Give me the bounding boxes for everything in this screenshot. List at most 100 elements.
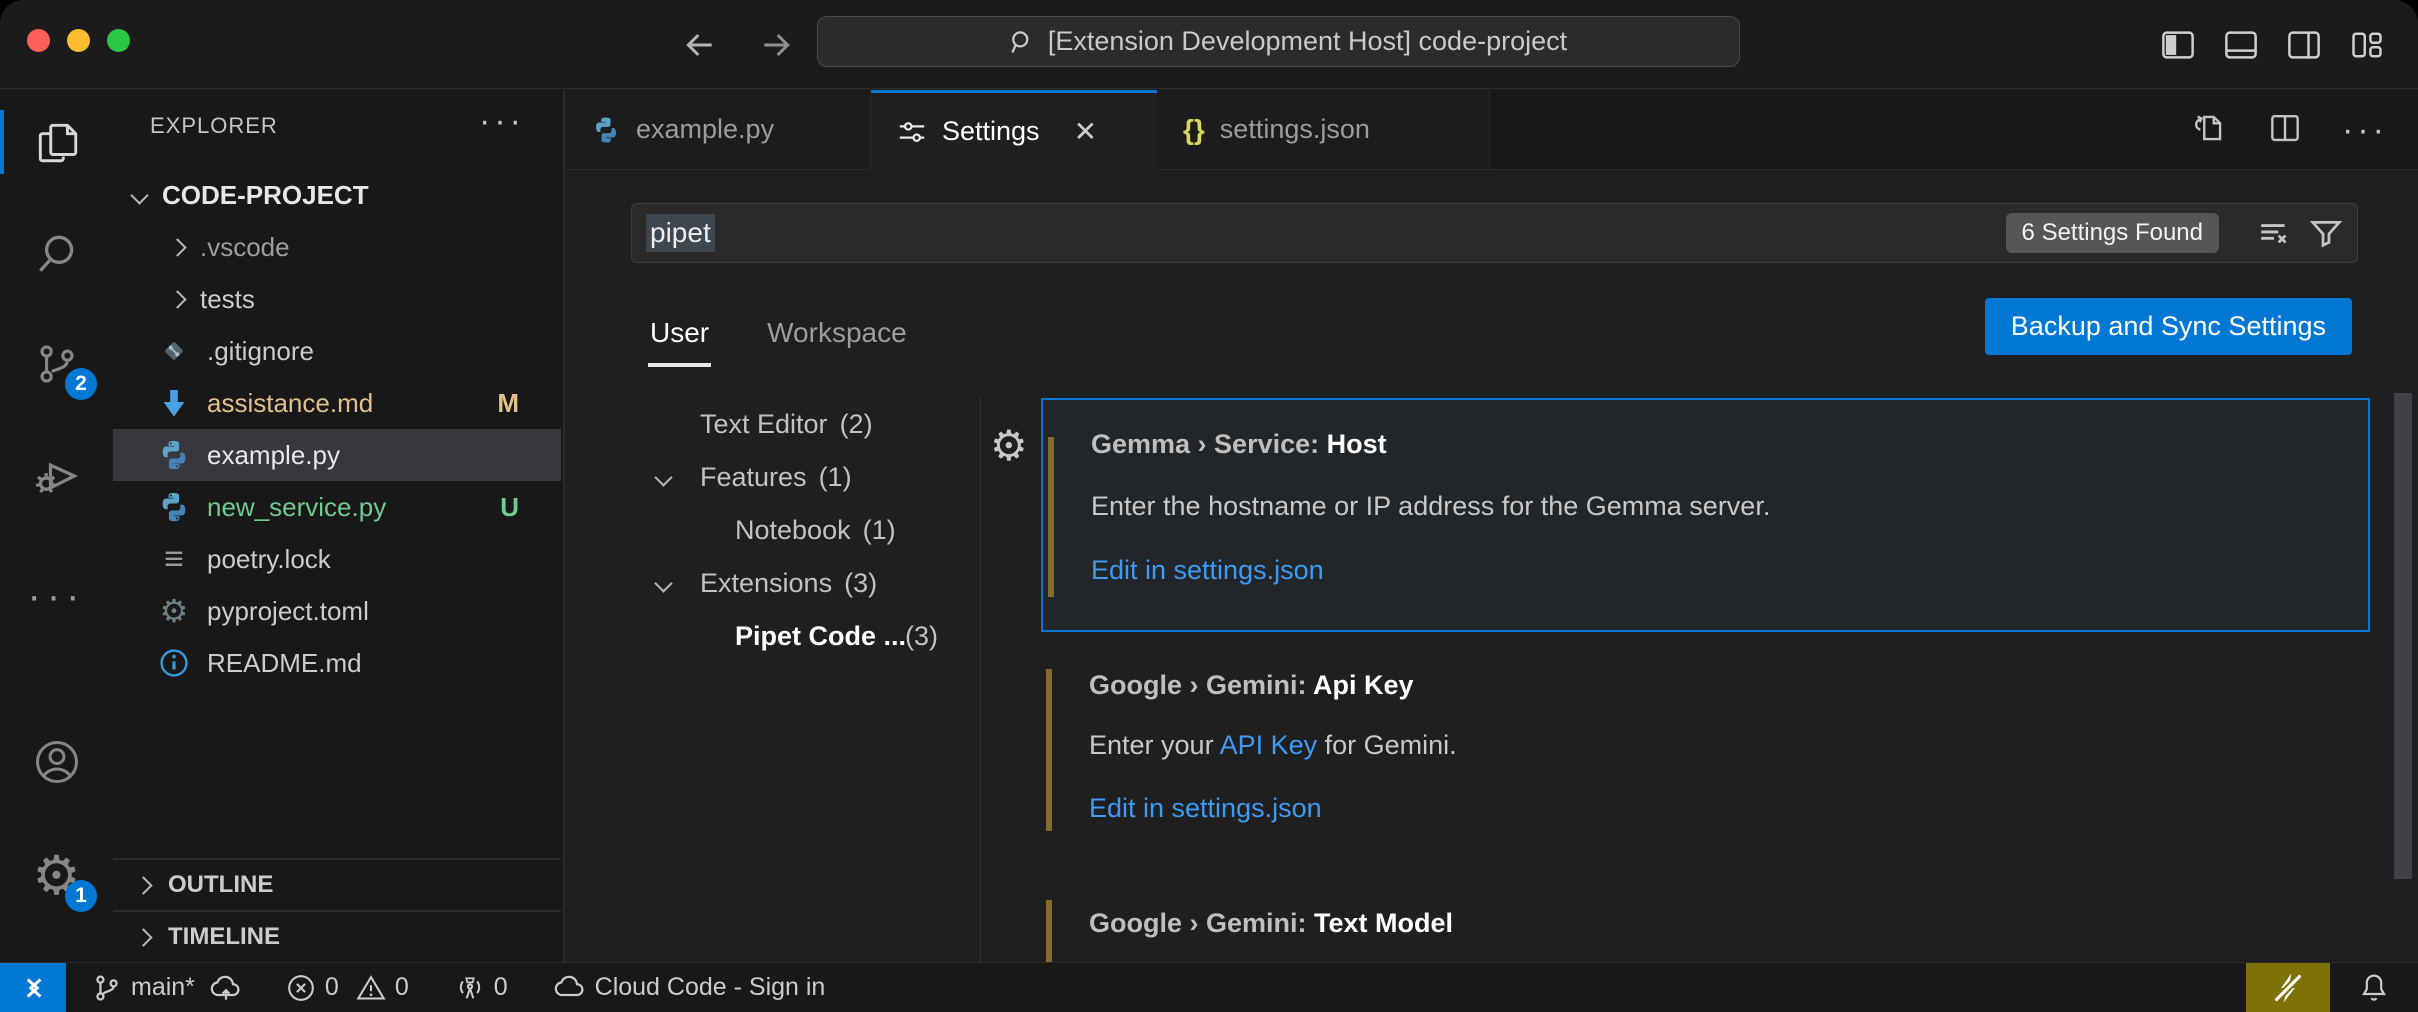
broadcast-status-item[interactable]: 0 <box>455 973 508 1003</box>
filter-settings-icon[interactable] <box>2309 216 2343 250</box>
settings-found-badge: 6 Settings Found <box>2006 213 2219 253</box>
editor-area: example.py Settings ✕ {} settings.json <box>565 90 2418 962</box>
setting-google-gemini-api-key[interactable]: Google › Gemini: Api Key Enter your API … <box>1041 645 2370 855</box>
chevron-right-icon <box>168 290 186 308</box>
search-view-icon[interactable] <box>0 216 113 292</box>
source-control-icon[interactable]: 2 <box>0 326 113 402</box>
tree-item-readme-md[interactable]: README.md <box>113 637 561 689</box>
json-braces-icon: {} <box>1183 114 1205 146</box>
close-tab-icon[interactable]: ✕ <box>1074 115 1097 148</box>
nav-forward-icon[interactable] <box>756 25 796 65</box>
tree-root-code-project[interactable]: CODE-PROJECT <box>113 169 561 221</box>
cloud-code-signin-item[interactable]: Cloud Code - Sign in <box>554 972 826 1004</box>
command-center[interactable]: [Extension Development Host] code-projec… <box>817 16 1740 67</box>
toc-extensions[interactable]: Extensions (3) <box>565 557 980 610</box>
tab-settings[interactable]: Settings ✕ <box>871 90 1157 170</box>
toggle-panel-icon[interactable] <box>2223 27 2259 63</box>
remote-indicator[interactable] <box>0 963 66 1012</box>
branch-status-item[interactable]: main* <box>92 972 242 1004</box>
toc-splitter[interactable] <box>980 398 981 962</box>
toc-features[interactable]: Features (1) <box>565 451 980 504</box>
file-tree: CODE-PROJECT .vscode tests .gitignore <box>113 169 561 689</box>
close-window-button[interactable] <box>27 29 50 52</box>
explorer-more-actions-icon[interactable]: ··· <box>479 102 525 141</box>
tree-item-tests[interactable]: tests <box>113 273 561 325</box>
settings-search-value: pipet <box>646 214 715 252</box>
tree-item-vscode[interactable]: .vscode <box>113 221 561 273</box>
editor-more-actions-icon[interactable]: ··· <box>2342 125 2388 135</box>
traffic-lights <box>27 29 130 52</box>
tree-item-pyproject-toml[interactable]: ⚙ pyproject.toml <box>113 585 561 637</box>
settings-scrollbar[interactable] <box>2394 393 2412 879</box>
tree-item-new-service-py[interactable]: new_service.py U <box>113 481 561 533</box>
flash-off-status-item[interactable] <box>2246 963 2330 1012</box>
search-icon <box>1008 28 1036 56</box>
settings-toc: Text Editor (2) Features (1) Notebook (1… <box>565 398 980 663</box>
sync-cloud-upload-icon[interactable] <box>210 972 242 1004</box>
maximize-window-button[interactable] <box>107 29 130 52</box>
python-icon <box>155 438 193 472</box>
settings-editor: pipet 6 Settings Found User Workspace Ba… <box>565 170 2418 962</box>
cloud-icon <box>554 972 586 1004</box>
problems-status-item[interactable]: 0 0 <box>286 973 409 1003</box>
open-settings-json-icon[interactable] <box>2190 109 2228 152</box>
modified-indicator <box>1048 437 1054 597</box>
tab-example-py[interactable]: example.py <box>565 90 871 169</box>
split-editor-icon[interactable] <box>2266 109 2304 152</box>
tree-item-example-py[interactable]: example.py <box>113 429 561 481</box>
customize-layout-icon[interactable] <box>2349 27 2385 63</box>
markdown-icon <box>155 387 193 419</box>
lock-file-icon: ≡ <box>155 542 193 576</box>
notifications-bell-icon[interactable] <box>2330 963 2418 1012</box>
backup-sync-button[interactable]: Backup and Sync Settings <box>1985 298 2352 355</box>
setting-title: Google › Gemini: Api Key <box>1089 670 1414 701</box>
tab-settings-json[interactable]: {} settings.json <box>1157 90 1490 169</box>
toc-text-editor[interactable]: Text Editor (2) <box>565 398 980 451</box>
info-icon <box>155 647 193 679</box>
settings-gear-icon[interactable]: ⚙ 1 <box>0 838 113 914</box>
scope-tab-user[interactable]: User <box>650 317 709 363</box>
more-views-icon[interactable]: ··· <box>0 558 113 634</box>
edit-in-settings-json-link[interactable]: Edit in settings.json <box>1089 793 1322 824</box>
tree-item-gitignore[interactable]: .gitignore <box>113 325 561 377</box>
settings-sliders-icon <box>897 117 927 147</box>
settings-search-input[interactable]: pipet 6 Settings Found <box>631 203 2358 263</box>
python-icon <box>591 115 621 145</box>
scope-tab-workspace[interactable]: Workspace <box>767 317 907 363</box>
toml-gear-icon: ⚙ <box>155 595 193 627</box>
modified-indicator <box>1046 669 1052 831</box>
vscode-window: [Extension Development Host] code-projec… <box>0 0 2418 1012</box>
nav-back-icon[interactable] <box>680 25 720 65</box>
setting-google-gemini-text-model[interactable]: Google › Gemini: Text Model <box>1041 895 2370 962</box>
window-title: [Extension Development Host] code-projec… <box>1048 26 1567 57</box>
toggle-sidebar-icon[interactable] <box>2160 27 2196 63</box>
accounts-icon[interactable] <box>0 724 113 800</box>
setting-gemma-service-host[interactable]: Gemma › Service: Host Enter the hostname… <box>1041 398 2370 632</box>
clear-settings-search-icon[interactable] <box>2257 216 2291 250</box>
radio-tower-icon <box>455 973 485 1003</box>
api-key-link[interactable]: API Key <box>1220 730 1318 760</box>
chevron-down-icon <box>130 186 148 204</box>
tab-strip: example.py Settings ✕ {} settings.json <box>565 90 2418 170</box>
toc-pipet-code[interactable]: Pipet Code ... (3) <box>565 610 980 663</box>
setting-title: Google › Gemini: Text Model <box>1089 908 1453 939</box>
explorer-title: EXPLORER <box>150 113 278 139</box>
tree-item-assistance-md[interactable]: assistance.md M <box>113 377 561 429</box>
edit-in-settings-json-link[interactable]: Edit in settings.json <box>1091 555 1324 586</box>
toggle-secondary-sidebar-icon[interactable] <box>2286 27 2322 63</box>
git-icon <box>155 335 193 367</box>
timeline-section[interactable]: TIMELINE <box>113 910 561 962</box>
tree-item-poetry-lock[interactable]: ≡ poetry.lock <box>113 533 561 585</box>
outline-section[interactable]: OUTLINE <box>113 858 561 910</box>
setting-actions-gear-icon[interactable]: ⚙ <box>990 425 1028 467</box>
chevron-right-icon <box>134 928 152 946</box>
setting-description: Enter your API Key for Gemini. <box>1089 730 1457 761</box>
explorer-icon[interactable] <box>0 104 113 180</box>
settings-scope-tabs: User Workspace <box>650 317 907 363</box>
chevron-right-icon <box>168 238 186 256</box>
run-debug-icon[interactable] <box>0 438 113 514</box>
minimize-window-button[interactable] <box>67 29 90 52</box>
explorer-sidebar: EXPLORER ··· CODE-PROJECT .vscode tests … <box>113 90 565 962</box>
error-icon <box>286 973 316 1003</box>
toc-notebook[interactable]: Notebook (1) <box>565 504 980 557</box>
